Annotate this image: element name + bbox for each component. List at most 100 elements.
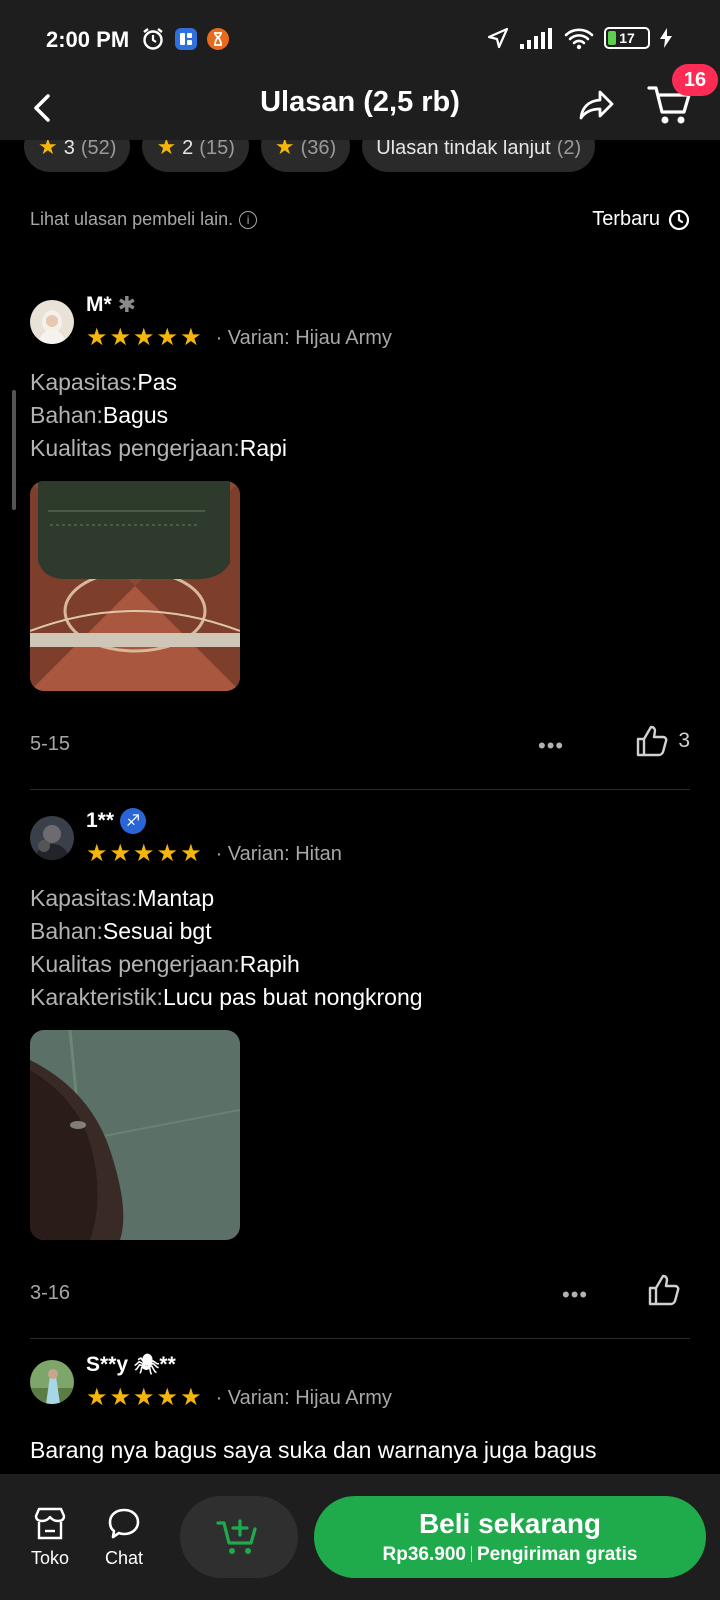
avatar[interactable] [30,816,74,860]
star-icon: ★ [109,1384,132,1411]
sort-label: Terbaru [592,208,660,230]
add-to-cart-icon [216,1519,257,1554]
attribute-label: Bahan: [30,402,103,428]
buy-now-subtext: Rp36.900 Pengiriman gratis [314,1544,706,1566]
review-info-row: Lihat ulasan pembeli lain. i Terbaru [30,208,690,231]
attribute-value: Bagus [102,402,169,428]
shop-icon [34,1507,66,1540]
bottom-action-bar: Toko Chat Beli sekarang Rp36.900 Pengirim… [0,1474,720,1600]
chat-label: Chat [104,1548,144,1568]
star-icon: ★ [109,840,132,867]
other-reviews-hint[interactable]: Lihat ulasan pembeli lain. i [30,209,258,230]
add-to-cart-button[interactable] [180,1496,298,1578]
shop-button[interactable]: Toko [20,1504,80,1569]
price: Rp36.900 [382,1544,466,1565]
status-left-icons [140,26,230,52]
chip-count: (2) [556,137,582,159]
variant-label: · Varian: Hitan [215,842,342,865]
attribute-label: Kualitas pengerjaan: [30,435,240,461]
like-button[interactable]: 3 [634,723,690,759]
like-count: 3 [678,729,690,752]
star-icon: ★ [156,840,179,867]
thumbs-up-icon [637,725,668,757]
reviewer-name: S**y 🕷 ** [86,1352,176,1377]
attribute-label: Kualitas pengerjaan: [30,951,240,977]
avatar[interactable] [30,300,74,344]
star-rating: ★ ★ ★ ★ ★ · Varian: Hijau Army [86,326,392,350]
star-icon: ★ [180,840,202,867]
review-item: S**y 🕷 ** ★ ★ ★ ★ ★ · Varian: Hijau Army Bar… [30,1352,690,1467]
chip-count: (52) [80,137,117,159]
avatar[interactable] [30,1360,74,1404]
more-options-icon[interactable]: ••• [538,733,564,759]
reviewer-name: 1** ♐ [86,808,147,834]
cart-count-badge: 16 [672,64,718,96]
review-photo[interactable] [30,1030,240,1240]
review-date: 3-16 [30,1282,71,1304]
star-icon: ★ [156,1384,179,1411]
like-button[interactable] [646,1272,690,1308]
location-icon [487,27,509,49]
chat-icon [108,1508,140,1539]
star-icon: ★ [109,324,132,351]
star-icon: ★ [180,1384,202,1411]
buy-now-label: Beli sekarang [418,1508,602,1539]
attribute-label: Karakteristik: [30,984,163,1010]
info-icon[interactable]: i [239,210,258,229]
attribute-value: Rapih [239,951,300,977]
star-rating: ★ ★ ★ ★ ★ · Varian: Hijau Army [86,1386,392,1410]
review-text: Kapasitas:Mantap Bahan:Sesuai bgt Kualit… [30,882,690,1014]
variant-label: · Varian: Hijau Army [215,1386,392,1409]
star-icon: ★ [133,324,155,351]
buy-now-button[interactable]: Beli sekarang Rp36.900 Pengiriman gratis [314,1496,706,1578]
hourglass-icon [207,28,229,50]
reviewer-name-text: S**y [86,1352,129,1376]
review-photo[interactable] [30,481,240,691]
attribute-value: Lucu pas buat nongkrong [162,984,423,1010]
review-footer: 5-15 ••• 3 [30,721,690,781]
zodiac-badge-icon: ✱ [117,292,137,317]
review-text: Kapasitas:Pas Bahan:Bagus Kualitas penge… [30,366,690,465]
review-item: 1** ♐ ★ ★ ★ ★ ★ · Varian: Hitan Kapasitas:Ma… [30,808,690,1339]
reviewer-name-suffix: ** [159,1352,176,1376]
review-date: 5-15 [30,733,71,755]
variant-label: · Varian: Hijau Army [215,326,392,349]
shop-label: Toko [30,1548,70,1568]
chat-button[interactable]: Chat [94,1504,154,1569]
charging-icon [660,28,672,48]
top-app-bar: Ulasan (2,5 rb) 16 [0,64,720,140]
status-bar: 2:00 PM 17 [0,0,720,78]
battery-level: 17 [619,30,635,46]
star-rating: ★ ★ ★ ★ ★ · Varian: Hitan [86,842,342,866]
chip-count: (15) [199,137,235,159]
clock-icon [668,209,690,230]
review-item: M* ✱ ★ ★ ★ ★ ★ · Varian: Hijau Army Kapasita… [30,292,690,790]
divider [30,789,690,790]
star-icon: ★ [86,324,108,351]
reviewer-name: M* ✱ [86,292,136,318]
star-icon: ★ [86,1384,108,1411]
attribute-value: Rapi [239,435,288,461]
chip-label: 3 [63,137,75,159]
sort-button[interactable]: Terbaru [592,208,690,231]
more-options-icon[interactable]: ••• [562,1282,588,1308]
review-text: Barang nya bagus saya suka dan warnanya … [30,1437,597,1463]
zodiac-badge-icon: ♐ [120,808,147,834]
chip-label: 2 [182,137,194,159]
star-icon: ★ [133,1384,155,1411]
star-icon: ★ [86,840,108,867]
scroll-indicator[interactable] [12,390,16,510]
status-time: 2:00 PM [46,27,130,52]
reviewer-name-text: 1** [86,809,115,832]
reviewer-name-text: M* [86,293,112,316]
battery-icon: 17 [604,27,650,49]
attribute-label: Kapasitas: [30,885,138,911]
thumbs-up-icon [648,1274,680,1306]
spider-emoji-icon: 🕷 [134,1354,160,1376]
attribute-value: Pas [137,369,178,395]
hint-text: Lihat ulasan pembeli lain. [30,209,234,229]
divider [30,1338,690,1339]
star-icon: ★ [156,324,179,351]
chip-count: (36) [300,137,337,159]
share-icon[interactable] [576,84,618,126]
